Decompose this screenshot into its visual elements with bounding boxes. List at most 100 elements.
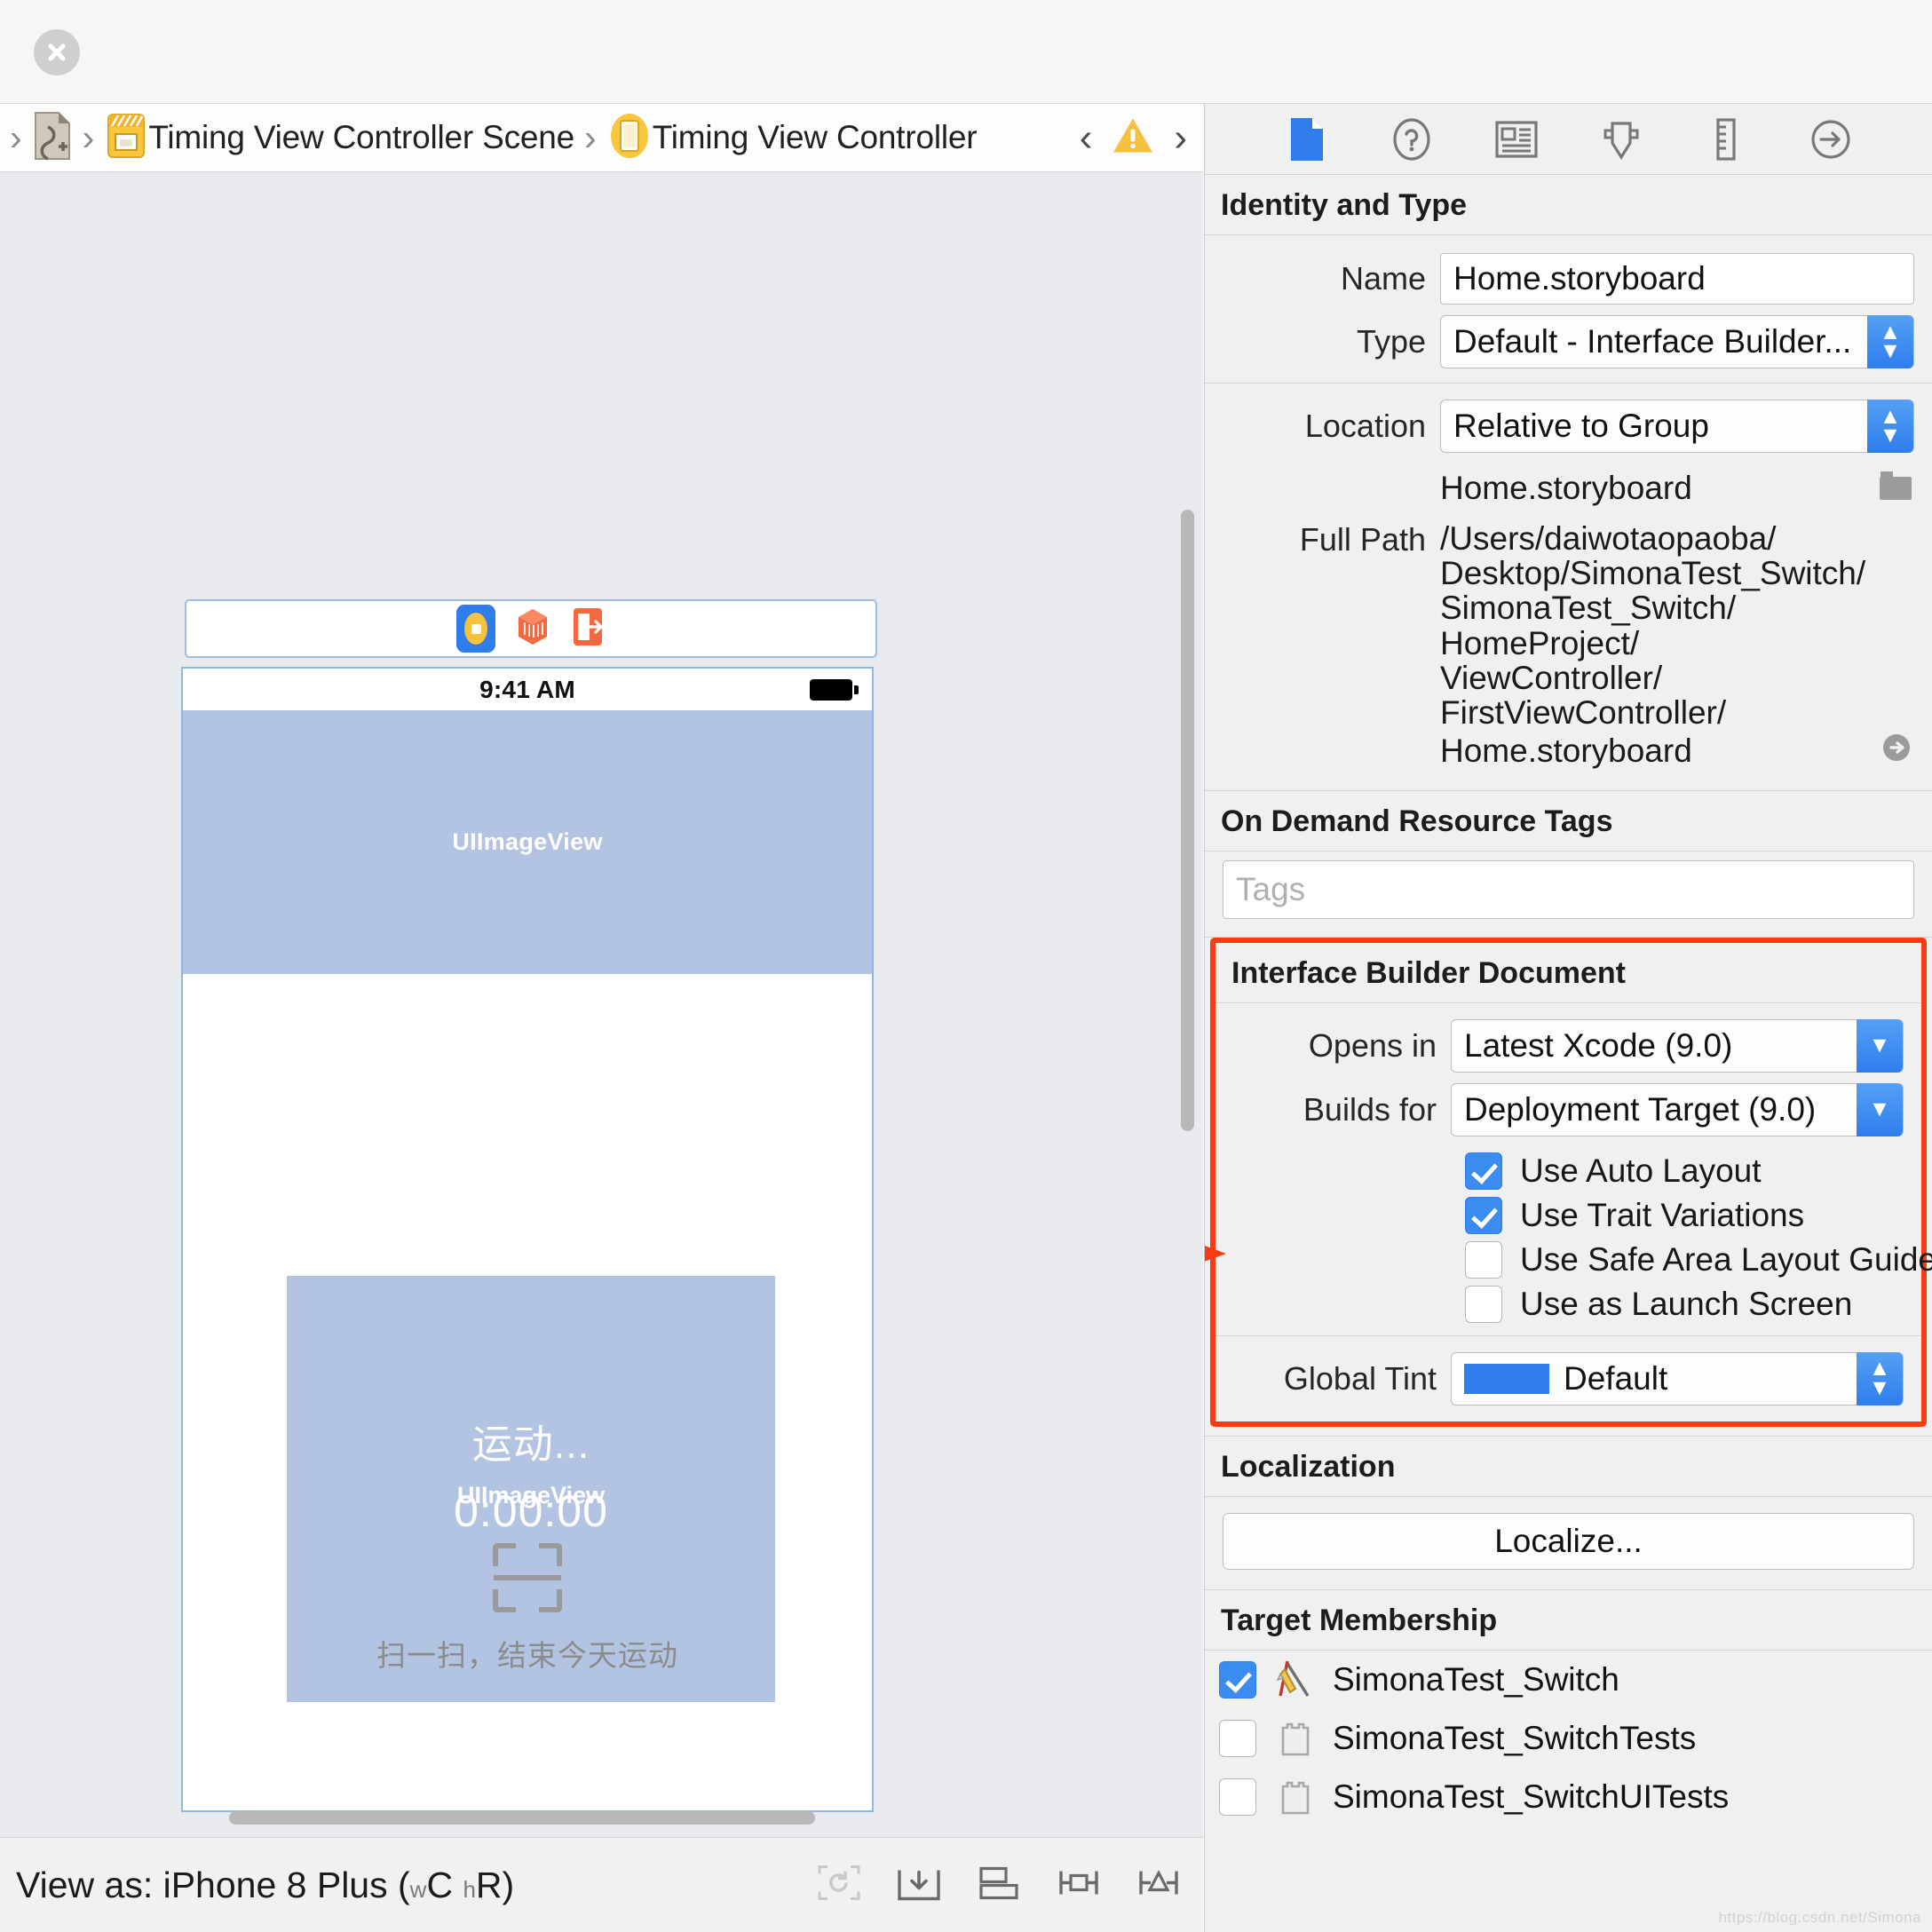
file-inspector-panel[interactable]: Identity and Type Name Home.storyboard T… — [1204, 104, 1932, 1932]
use-auto-layout-checkbox[interactable] — [1465, 1152, 1502, 1190]
opens-in-value: Latest Xcode (9.0) — [1464, 1026, 1733, 1064]
global-tint-popup[interactable]: Default ▲ ▼ — [1451, 1351, 1904, 1405]
storyboard-canvas[interactable]: 9:41 AM UIImageView 运动... UIImageView 0:… — [0, 172, 1203, 1837]
scene-dock[interactable] — [185, 599, 877, 658]
window-titlebar — [0, 0, 1932, 104]
location-file: Home.storyboard — [1440, 469, 1692, 506]
use-trait-variations-checkbox[interactable] — [1465, 1196, 1502, 1234]
type-popup[interactable]: Default - Interface Builder... ▲ ▼ — [1440, 315, 1914, 368]
breadcrumb-separator-0: › — [10, 116, 22, 158]
target-checkbox[interactable] — [1219, 1660, 1256, 1698]
document-file-icon[interactable] — [32, 111, 73, 165]
device-preview[interactable]: 9:41 AM UIImageView 运动... UIImageView 0:… — [181, 667, 874, 1812]
checkbox-row-trait-variations[interactable]: Use Trait Variations — [1215, 1193, 1921, 1238]
scan-qr-icon[interactable] — [493, 1543, 562, 1612]
full-path-line: HomeProject/ — [1440, 624, 1640, 661]
breadcrumb-item-scene[interactable]: Timing View Controller Scene — [148, 119, 574, 156]
exit-icon[interactable] — [570, 606, 606, 653]
name-row: Name Home.storyboard — [1205, 248, 1932, 310]
use-trait-variations-label: Use Trait Variations — [1520, 1196, 1805, 1233]
stepper-icon[interactable]: ▲ ▼ — [1867, 400, 1913, 453]
chevron-down-icon[interactable]: ▼ — [1857, 1082, 1903, 1136]
view-as-control[interactable]: View as: iPhone 8 Plus ( w C h R ) — [16, 1865, 514, 1906]
previous-issue-button[interactable]: ‹ — [1080, 118, 1093, 157]
file-inspector-tab[interactable] — [1284, 116, 1330, 162]
storyboard-scene-icon[interactable] — [104, 111, 148, 165]
auto-layout-toolbar — [816, 1863, 1182, 1908]
hero-image-view[interactable]: UIImageView — [183, 710, 872, 974]
next-issue-button[interactable]: › — [1174, 118, 1187, 157]
full-path-line: ViewController/ — [1440, 659, 1663, 696]
use-auto-layout-label: Use Auto Layout — [1520, 1152, 1762, 1189]
tags-input[interactable]: Tags — [1223, 859, 1914, 919]
xcode-app-target-icon — [1272, 1657, 1318, 1703]
pin-icon[interactable] — [1056, 1863, 1102, 1908]
target-checkbox[interactable] — [1219, 1719, 1256, 1757]
view-controller-icon[interactable] — [606, 110, 653, 166]
connections-inspector-tab[interactable] — [1808, 116, 1854, 162]
full-path-row: Full Path /Users/daiwotaopaoba/ Desktop/… — [1205, 509, 1932, 774]
tint-color-swatch — [1464, 1363, 1549, 1394]
canvas-vertical-scrollbar[interactable] — [1181, 510, 1194, 1131]
stepper-icon[interactable]: ▲ ▼ — [1857, 1351, 1903, 1405]
divider — [1205, 1495, 1932, 1497]
target-membership-row[interactable]: SimonaTest_SwitchUITests — [1205, 1768, 1932, 1826]
size-inspector-tab[interactable] — [1703, 116, 1749, 162]
test-bundle-icon — [1272, 1715, 1318, 1762]
quick-help-inspector-tab[interactable] — [1389, 116, 1435, 162]
use-as-launch-screen-label: Use as Launch Screen — [1520, 1285, 1853, 1322]
builds-for-popup[interactable]: Deployment Target (9.0) ▼ — [1451, 1082, 1904, 1136]
status-bar: 9:41 AM — [183, 669, 872, 710]
full-path-line: Desktop/SimonaTest_Switch/ — [1440, 555, 1866, 592]
scan-section[interactable]: 扫一扫，结束今天运动 — [183, 1543, 872, 1675]
location-label: Location — [1304, 408, 1426, 444]
timer-value: 0:00:00 — [454, 1486, 608, 1536]
opens-in-popup[interactable]: Latest Xcode (9.0) ▼ — [1451, 1018, 1904, 1073]
resolve-auto-layout-icon[interactable] — [1136, 1863, 1182, 1908]
interface-builder-document-title: Interface Builder Document — [1231, 955, 1626, 990]
identity-and-type-title: Identity and Type — [1221, 188, 1468, 222]
localize-button[interactable]: Localize... — [1223, 1512, 1914, 1570]
first-responder-icon[interactable] — [515, 606, 550, 652]
canvas-horizontal-scrollbar[interactable] — [229, 1811, 815, 1825]
target-checkbox[interactable] — [1219, 1778, 1256, 1816]
location-popup[interactable]: Relative to Group ▲ ▼ — [1440, 400, 1914, 453]
warning-triangle-icon[interactable] — [1112, 116, 1154, 160]
type-label: Type — [1356, 323, 1426, 360]
inspector-tab-bar[interactable] — [1205, 104, 1932, 175]
on-demand-resource-tags-title: On Demand Resource Tags — [1221, 804, 1613, 838]
update-frames-icon[interactable] — [816, 1863, 862, 1908]
opens-in-row: Opens in Latest Xcode (9.0) ▼ — [1215, 1014, 1921, 1078]
full-path-value: /Users/daiwotaopaoba/ Desktop/SimonaTest… — [1440, 521, 1914, 772]
stepper-icon[interactable]: ▲ ▼ — [1867, 315, 1913, 368]
tags-field-wrap: Tags — [1205, 851, 1932, 937]
use-as-launch-screen-checkbox[interactable] — [1465, 1285, 1502, 1323]
view-as-height-class: R — [475, 1864, 503, 1905]
use-safe-area-layout-guides-checkbox[interactable] — [1465, 1240, 1502, 1279]
reveal-arrow-icon[interactable] — [1879, 730, 1914, 772]
close-icon[interactable] — [34, 29, 80, 75]
checkbox-row-safe-area[interactable]: Use Safe Area Layout Guides — [1205, 1238, 1932, 1282]
scan-label: 扫一扫，结束今天运动 — [376, 1639, 678, 1672]
name-input[interactable]: Home.storyboard — [1440, 253, 1914, 305]
view-controller-icon[interactable] — [456, 605, 495, 653]
builds-for-label: Builds for — [1303, 1090, 1437, 1128]
opens-in-label: Opens in — [1308, 1026, 1437, 1064]
hero-image-label: UIImageView — [452, 828, 603, 855]
breadcrumb-item-view-controller[interactable]: Timing View Controller — [653, 119, 978, 156]
embed-in-icon[interactable] — [896, 1863, 942, 1908]
checkbox-row-auto-layout[interactable]: Use Auto Layout — [1215, 1149, 1921, 1193]
folder-icon[interactable] — [1877, 469, 1914, 507]
target-membership-row[interactable]: SimonaTest_SwitchTests — [1205, 1709, 1932, 1768]
global-tint-row: Global Tint Default ▲ ▼ — [1215, 1347, 1921, 1421]
global-tint-value: Default — [1564, 1359, 1668, 1397]
target-label: SimonaTest_SwitchUITests — [1333, 1778, 1730, 1815]
breadcrumb[interactable]: › › Timing View Controller Scene › Timin… — [0, 104, 1203, 172]
checkbox-row-launch-screen[interactable]: Use as Launch Screen — [1215, 1282, 1921, 1326]
attributes-inspector-tab[interactable] — [1598, 116, 1644, 162]
view-as-prefix: View as: iPhone 8 Plus ( — [16, 1864, 410, 1905]
identity-inspector-tab[interactable] — [1493, 116, 1540, 162]
target-membership-row[interactable]: SimonaTest_Switch — [1205, 1651, 1932, 1709]
chevron-down-icon[interactable]: ▼ — [1857, 1018, 1903, 1073]
align-icon[interactable] — [976, 1863, 1022, 1908]
